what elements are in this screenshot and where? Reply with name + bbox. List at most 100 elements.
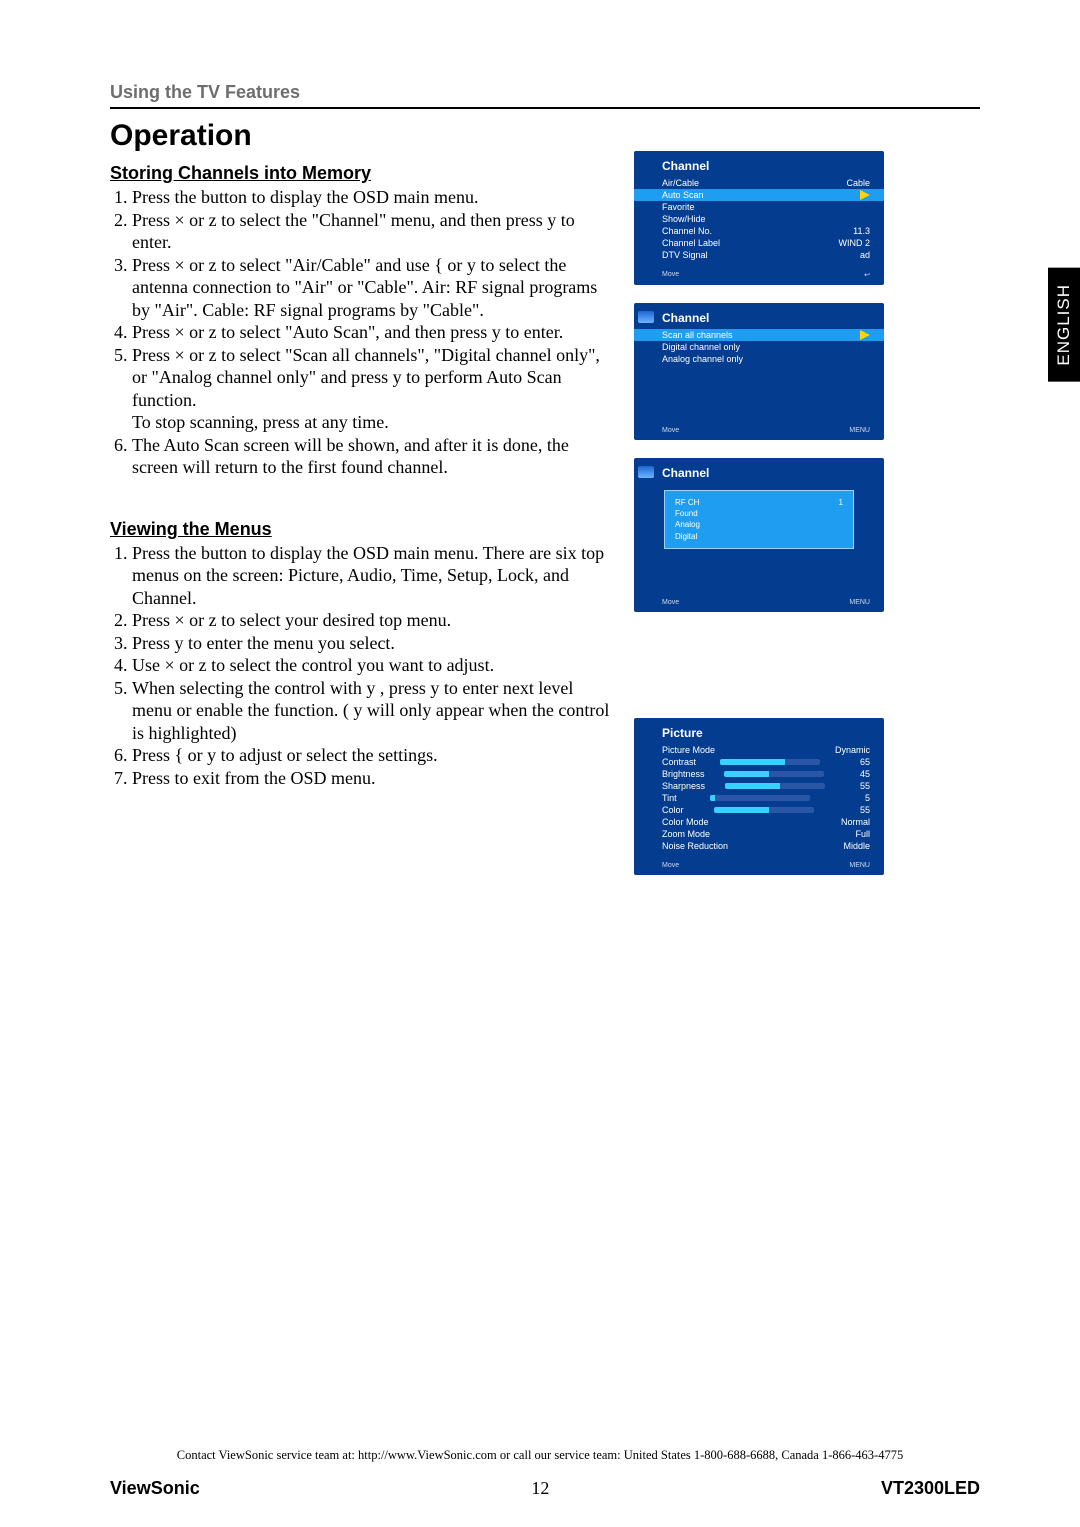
osd-value: 5 xyxy=(844,793,870,803)
osd-label: Color xyxy=(662,805,684,815)
osd-row: Color Mode Normal xyxy=(634,816,884,828)
osd-foot-left: Move xyxy=(662,599,679,606)
osd-row: Sharpness 55 xyxy=(634,780,884,792)
osd-foot-right: MENU xyxy=(849,427,870,434)
step: Press y to enter the menu you select. xyxy=(132,632,610,655)
osd-footer: Move MENU xyxy=(634,417,884,438)
osd-title: Channel xyxy=(634,151,884,177)
step: When selecting the control with y , pres… xyxy=(132,677,610,745)
osd-label: Analog channel only xyxy=(662,354,743,364)
section-header: Using the TV Features xyxy=(110,82,980,109)
step: The Auto Scan screen will be shown, and … xyxy=(132,434,610,479)
osd-row-selected: Scan all channels xyxy=(634,329,884,341)
osd-row: Color 55 xyxy=(634,804,884,816)
slider-bar xyxy=(720,759,820,765)
scan-label: Digital xyxy=(675,531,697,542)
menu-flag-icon xyxy=(638,466,654,478)
osd-label: Air/Cable xyxy=(662,178,699,188)
step: Press × or z to select "Scan all channel… xyxy=(132,344,610,434)
osd-row: Zoom Mode Full xyxy=(634,828,884,840)
step: Press × or z to select the "Channel" men… xyxy=(132,209,610,254)
menu-flag-icon xyxy=(638,311,654,323)
osd-value: Normal xyxy=(841,817,870,827)
osd-label: Brightness xyxy=(662,769,705,779)
osd-label: Auto Scan xyxy=(662,190,704,200)
osd-row-selected: Auto Scan xyxy=(634,189,884,201)
osd-value: 45 xyxy=(844,769,870,779)
osd-row: Favorite xyxy=(634,201,884,213)
osd-channel: Channel Air/Cable Cable Auto Scan Favori… xyxy=(634,151,884,285)
step: Press the button to display the OSD main… xyxy=(132,186,610,209)
page-title: Operation xyxy=(110,119,980,153)
osd-footer: Move MENU xyxy=(634,589,884,610)
osd-label: DTV Signal xyxy=(662,250,708,260)
step: Press { or y to adjust or select the set… xyxy=(132,744,610,767)
osd-row: Tint 5 xyxy=(634,792,884,804)
osd-row: DTV Signal ad xyxy=(634,249,884,261)
scan-label: Found xyxy=(675,508,698,519)
step: Press to exit from the OSD menu. xyxy=(132,767,610,790)
osd-label: Channel No. xyxy=(662,226,712,236)
osd-foot-left: Move xyxy=(662,862,679,869)
osd-label: Show/Hide xyxy=(662,214,706,224)
osd-foot-right: MENU xyxy=(849,862,870,869)
viewing-heading: Viewing the Menus xyxy=(110,519,610,540)
osd-scan-progress: Channel RF CH1 Found Analog Digital Move… xyxy=(634,458,884,612)
contact-line: Contact ViewSonic service team at: http:… xyxy=(0,1448,1080,1463)
arrow-right-icon xyxy=(860,190,870,200)
osd-row: Show/Hide xyxy=(634,213,884,225)
osd-label: Picture Mode xyxy=(662,745,715,755)
step-text: Press × or z to select "Scan all channel… xyxy=(132,345,600,410)
osd-value: WIND 2 xyxy=(839,238,871,248)
osd-value: ad xyxy=(860,250,870,260)
osd-label: Contrast xyxy=(662,757,696,767)
osd-row: Noise Reduction Middle xyxy=(634,840,884,852)
osd-value: 55 xyxy=(844,781,870,791)
slider-bar xyxy=(725,783,825,789)
language-tab: ENGLISH xyxy=(1048,268,1080,382)
slider-bar xyxy=(714,807,814,813)
osd-label: Noise Reduction xyxy=(662,841,728,851)
osd-row: Contrast 65 xyxy=(634,756,884,768)
slider-bar xyxy=(724,771,824,777)
osd-row: Picture ModeDynamic xyxy=(634,744,884,756)
osd-value: 55 xyxy=(844,805,870,815)
step: Press × or z to select "Auto Scan", and … xyxy=(132,321,610,344)
storing-steps: Press the button to display the OSD main… xyxy=(110,186,610,479)
arrow-right-icon xyxy=(860,330,870,340)
return-icon: ↩ xyxy=(864,271,870,279)
osd-foot-left: Move xyxy=(662,427,679,434)
osd-value: Middle xyxy=(843,841,870,851)
scan-label: Analog xyxy=(675,519,700,530)
footer-brand: ViewSonic xyxy=(110,1478,200,1499)
osd-value: Full xyxy=(844,829,870,839)
osd-value: 65 xyxy=(844,757,870,767)
osd-label: Tint xyxy=(662,793,677,803)
osd-value: Cable xyxy=(846,178,870,188)
osd-label: Channel Label xyxy=(662,238,720,248)
scan-value: 1 xyxy=(839,497,843,508)
step: Use × or z to select the control you wan… xyxy=(132,654,610,677)
osd-label: Scan all channels xyxy=(662,330,733,340)
footer-model: VT2300LED xyxy=(881,1478,980,1499)
osd-label: Favorite xyxy=(662,202,695,212)
osd-title: Channel xyxy=(634,303,884,329)
osd-label: Digital channel only xyxy=(662,342,740,352)
osd-label: Zoom Mode xyxy=(662,829,710,839)
osd-row: Air/Cable Cable xyxy=(634,177,884,189)
osd-foot-right: MENU xyxy=(849,599,870,606)
step: Press × or z to select "Air/Cable" and u… xyxy=(132,254,610,322)
osd-picture: Picture Picture ModeDynamicContrast65Bri… xyxy=(634,718,884,875)
osd-footer: Move ↩ xyxy=(634,261,884,283)
osd-row: Channel No.11.3 xyxy=(634,225,884,237)
osd-title: Channel xyxy=(634,458,884,484)
slider-bar xyxy=(710,795,810,801)
osd-label: Color Mode xyxy=(662,817,709,827)
storing-heading: Storing Channels into Memory xyxy=(110,163,610,184)
step: Press the button to display the OSD main… xyxy=(132,542,610,610)
osd-row: Analog channel only xyxy=(634,353,884,365)
osd-label: Sharpness xyxy=(662,781,705,791)
footer: ViewSonic 12 VT2300LED xyxy=(110,1478,980,1499)
osd-row: Digital channel only xyxy=(634,341,884,353)
step-text: To stop scanning, press at any time. xyxy=(132,412,389,432)
